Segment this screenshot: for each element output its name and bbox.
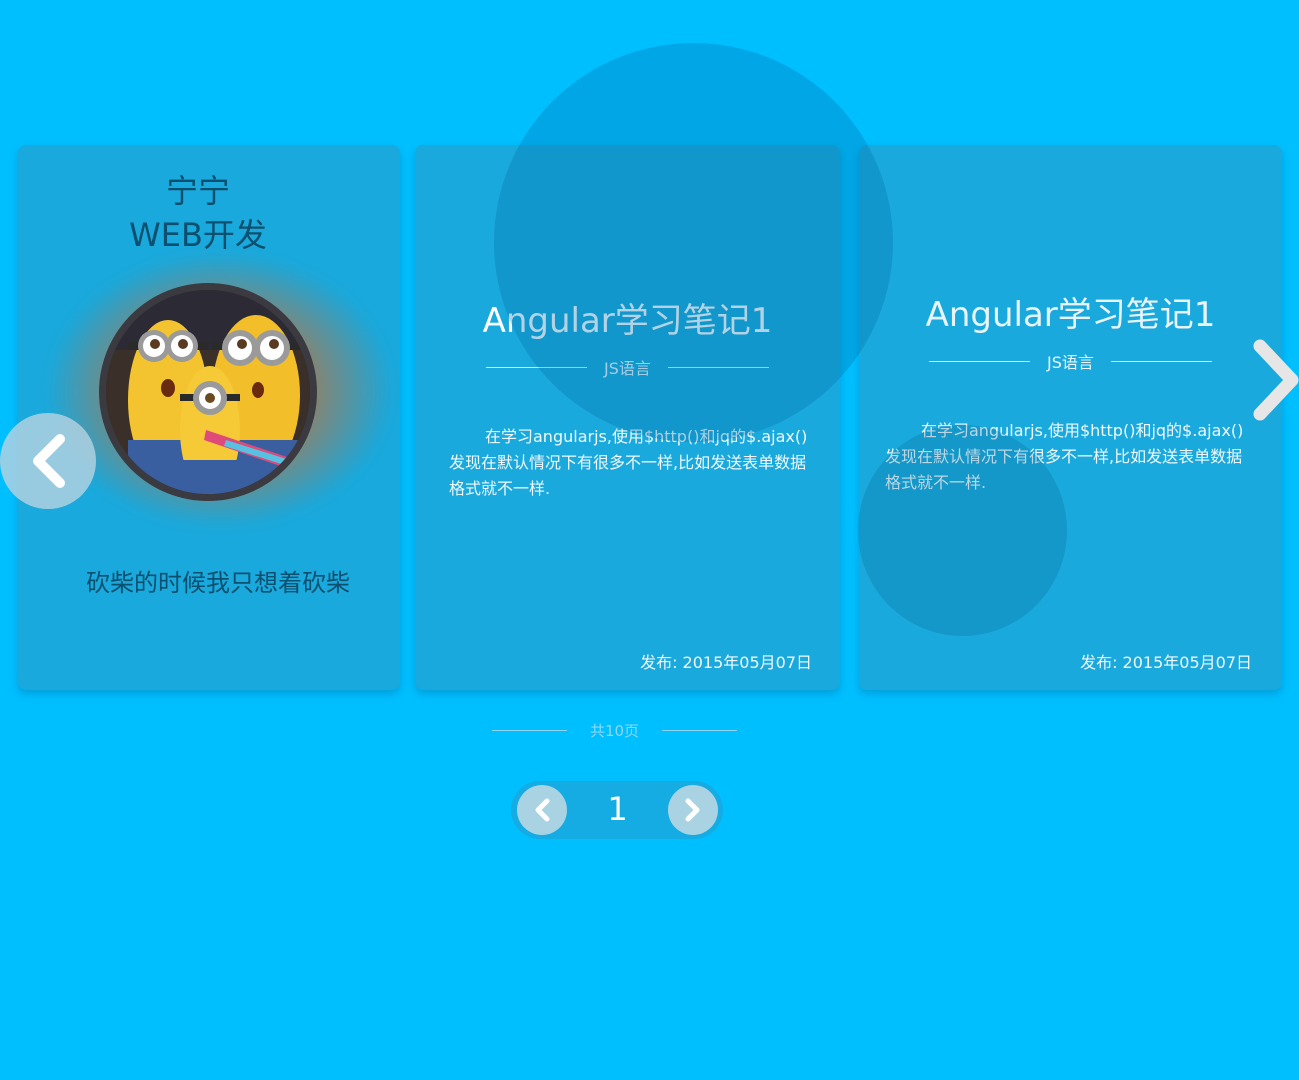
post-title[interactable]: Angular学习笔记1 [415, 293, 840, 342]
avatar [99, 283, 317, 501]
post-excerpt: 在学习angularjs,使用$http()和jq的$.ajax()发现在默认情… [885, 421, 1244, 492]
post-card[interactable]: Angular学习笔记1 JS语言 在学习angularjs,使用$http()… [415, 145, 840, 690]
post-category-label[interactable]: JS语言 [1047, 349, 1094, 373]
chevron-right-icon [685, 798, 700, 822]
profile-motto: 砍柴的时候我只想着砍柴 [86, 569, 350, 597]
pager-next-button[interactable] [668, 785, 718, 835]
post-title[interactable]: Angular学习笔记1 [859, 287, 1282, 336]
divider-line [662, 730, 737, 731]
carousel-prev-button[interactable] [0, 413, 96, 509]
post-date: 发布: 2015年05月07日 [640, 653, 812, 672]
chevron-right-icon [1253, 339, 1299, 421]
post-date: 发布: 2015年05月07日 [1080, 653, 1252, 672]
divider-line [1110, 360, 1212, 362]
pager-prev-button[interactable] [517, 785, 567, 835]
divider-line [492, 730, 567, 731]
post-category-label[interactable]: JS语言 [604, 355, 651, 379]
divider-line [667, 366, 769, 368]
divider-line [929, 360, 1031, 362]
divider-line [486, 366, 588, 368]
profile-name: 宁宁 [165, 172, 230, 210]
minions-avatar-icon [106, 290, 310, 494]
profile-role: WEB开发 [129, 216, 267, 254]
current-page-number: 1 [607, 790, 628, 828]
page: 宁宁 WEB开发 砍柴的时候我只想着砍柴 Angular学习笔记1 JS语言 在… [0, 0, 1299, 1080]
post-category: JS语言 [859, 349, 1282, 373]
post-excerpt: 在学习angularjs,使用$http()和jq的$.ajax()发现在默认情… [449, 427, 808, 498]
profile-card: 宁宁 WEB开发 砍柴的时候我只想着砍柴 [18, 145, 400, 690]
page-count-label: 共10页 [589, 722, 640, 740]
chevron-left-icon [535, 798, 550, 822]
post-category: JS语言 [415, 355, 840, 379]
post-card[interactable]: Angular学习笔记1 JS语言 在学习angularjs,使用$http()… [859, 145, 1282, 690]
page-count: 共10页 [492, 720, 737, 741]
carousel-next-button[interactable] [1252, 338, 1299, 422]
chevron-left-icon [33, 434, 65, 488]
pagination: 1 [511, 781, 723, 839]
